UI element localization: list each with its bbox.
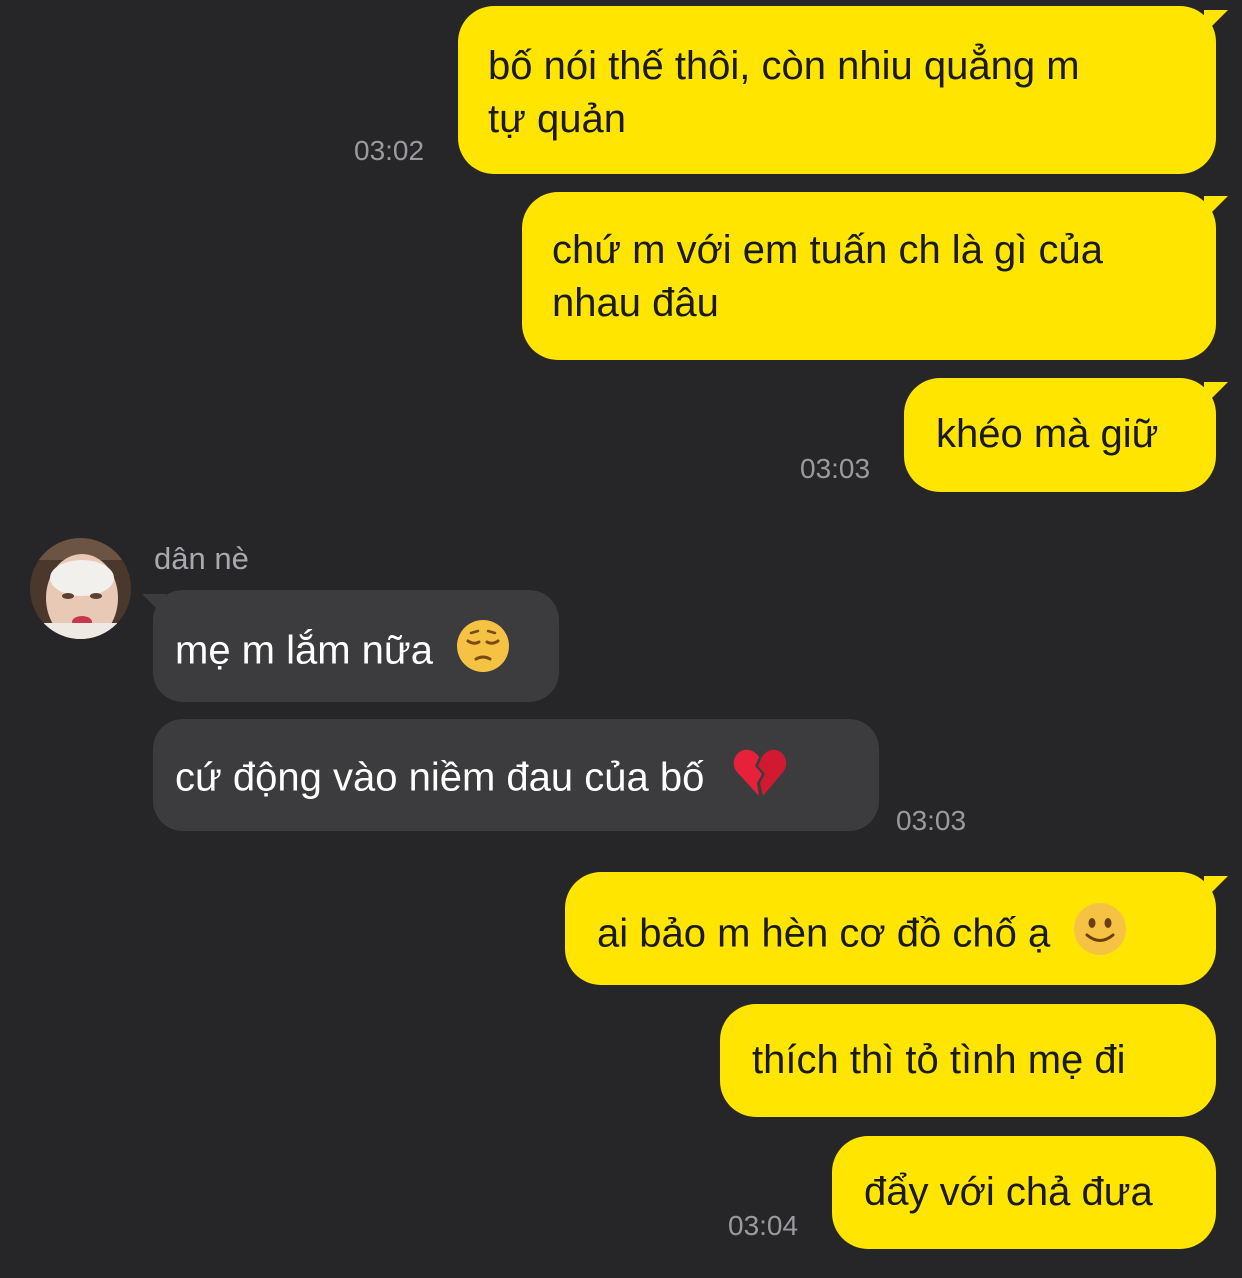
bubble-tail <box>1204 10 1228 34</box>
incoming-message-bubble[interactable]: mẹ m lắm nữa <box>153 590 559 702</box>
outgoing-message-bubble[interactable]: ai bảo m hèn cơ đồ chố ạ <box>565 872 1216 985</box>
outgoing-message-bubble[interactable]: thích thì tỏ tình mẹ đi <box>720 1004 1216 1117</box>
message-text-line: chứ m với em tuấn ch là gì của <box>552 228 1104 272</box>
message-text-line: bố nói thế thôi, còn nhiu quẳng m <box>488 44 1080 88</box>
message-timestamp: 03:02 <box>354 135 425 166</box>
pensive-face-emoji <box>456 619 510 687</box>
slightly-smiling-face-emoji <box>1073 902 1127 970</box>
message-text: đẩy với chả đưa <box>864 1170 1153 1214</box>
outgoing-message-bubble[interactable]: chứ m với em tuấn ch là gì của nhau đâu <box>522 192 1216 360</box>
message-text-line: tự quản <box>488 97 626 141</box>
incoming-message-bubble[interactable]: cứ động vào niềm đau của bố <box>153 719 879 831</box>
message-text: mẹ m lắm nữa <box>175 628 433 673</box>
bubble-tail <box>1204 876 1228 900</box>
outgoing-message-bubble[interactable]: bố nói thế thôi, còn nhiu quẳng m tự quả… <box>458 6 1216 174</box>
message-text: ai bảo m hèn cơ đồ chố ạ <box>597 911 1051 956</box>
outgoing-message-bubble[interactable]: đẩy với chả đưa <box>832 1136 1216 1249</box>
bubble-tail <box>1204 382 1228 406</box>
message-text-line: nhau đâu <box>552 281 719 325</box>
outgoing-message-bubble[interactable]: khéo mà giữ <box>904 378 1216 492</box>
message-timestamp: 03:04 <box>728 1210 799 1241</box>
message-text: khéo mà giữ <box>936 412 1159 456</box>
sender-name: dân nè <box>154 541 249 576</box>
message-timestamp: 03:03 <box>896 805 967 836</box>
sender-avatar[interactable] <box>30 538 131 639</box>
message-timestamp: 03:03 <box>800 453 871 484</box>
avatar-photo-icon <box>30 538 131 639</box>
message-text: thích thì tỏ tình mẹ đi <box>752 1038 1126 1082</box>
broken-heart-emoji <box>733 748 787 812</box>
message-text: cứ động vào niềm đau của bố <box>175 755 705 800</box>
bubble-tail <box>1204 196 1228 220</box>
